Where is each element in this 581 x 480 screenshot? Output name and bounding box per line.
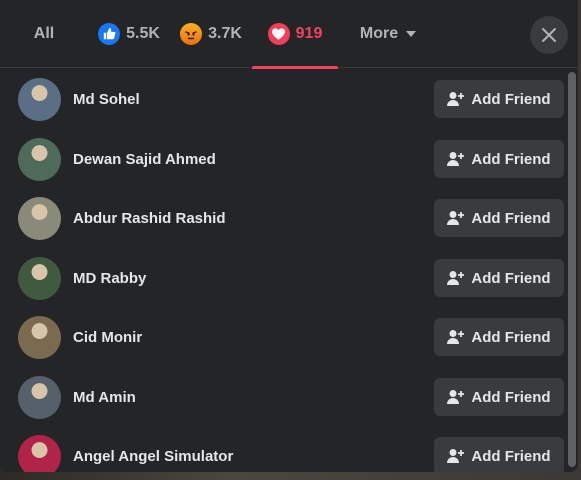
add-friend-icon xyxy=(447,211,465,225)
tab-all[interactable]: All xyxy=(0,0,88,68)
add-friend-icon xyxy=(447,330,465,344)
add-friend-label: Add Friend xyxy=(471,269,551,287)
tab-angry[interactable]: 3.7K xyxy=(170,0,252,68)
list-item: Abdur Rashid Rashid Add Friend xyxy=(0,188,566,248)
person-name[interactable]: Md Sohel xyxy=(73,91,140,108)
tab-love[interactable]: 919 xyxy=(252,0,338,69)
avatar[interactable] xyxy=(18,196,61,240)
list-item: Md Sohel Add Friend xyxy=(0,69,566,129)
add-friend-label: Add Friend xyxy=(471,328,551,346)
add-friend-icon xyxy=(447,390,465,404)
list-item: Angel Angel Simulator Add Friend xyxy=(0,426,566,472)
avatar[interactable] xyxy=(18,375,61,419)
add-friend-button[interactable]: Add Friend xyxy=(434,437,564,472)
reactions-dialog: All 5.5K 3.7K 919 More Md Sohel Add Frie… xyxy=(0,0,578,472)
scrollbar[interactable] xyxy=(568,72,576,467)
add-friend-icon xyxy=(447,449,465,463)
avatar[interactable] xyxy=(18,434,61,472)
close-button[interactable] xyxy=(530,16,568,54)
people-list: Md Sohel Add Friend Dewan Sajid Ahmed Ad… xyxy=(0,69,578,472)
add-friend-label: Add Friend xyxy=(471,388,551,406)
person-name[interactable]: Dewan Sajid Ahmed xyxy=(73,151,216,168)
person-name[interactable]: Md Amin xyxy=(73,389,136,406)
add-friend-label: Add Friend xyxy=(471,209,551,227)
person-name[interactable]: Cid Monir xyxy=(73,329,142,346)
tab-like-count: 5.5K xyxy=(126,24,160,42)
add-friend-button[interactable]: Add Friend xyxy=(434,199,564,237)
like-icon xyxy=(98,22,121,45)
tab-like[interactable]: 5.5K xyxy=(88,0,170,68)
reaction-tabs: All 5.5K 3.7K 919 More xyxy=(0,0,578,69)
tab-angry-count: 3.7K xyxy=(208,24,242,42)
add-friend-button[interactable]: Add Friend xyxy=(434,80,564,118)
person-name[interactable]: MD Rabby xyxy=(73,270,146,287)
add-friend-icon xyxy=(447,271,465,285)
add-friend-icon xyxy=(447,152,465,166)
avatar[interactable] xyxy=(18,77,61,121)
tab-more[interactable]: More xyxy=(338,0,438,68)
add-friend-label: Add Friend xyxy=(471,90,551,108)
add-friend-button[interactable]: Add Friend xyxy=(434,318,564,356)
tab-love-count: 919 xyxy=(295,24,323,42)
tab-all-label: All xyxy=(33,24,55,42)
avatar[interactable] xyxy=(18,137,61,181)
tab-more-label: More xyxy=(359,24,399,42)
angry-icon xyxy=(180,22,203,45)
person-name[interactable]: Angel Angel Simulator xyxy=(73,448,233,465)
avatar[interactable] xyxy=(18,315,61,359)
list-item: Md Amin Add Friend xyxy=(0,367,566,427)
list-item: Cid Monir Add Friend xyxy=(0,307,566,367)
heart-icon xyxy=(267,22,290,45)
list-item: Dewan Sajid Ahmed Add Friend xyxy=(0,129,566,189)
add-friend-button[interactable]: Add Friend xyxy=(434,378,564,416)
caret-down-icon xyxy=(406,30,417,37)
add-friend-label: Add Friend xyxy=(471,447,551,465)
add-friend-button[interactable]: Add Friend xyxy=(434,140,564,178)
person-name[interactable]: Abdur Rashid Rashid xyxy=(73,210,226,227)
close-icon xyxy=(542,28,556,42)
add-friend-button[interactable]: Add Friend xyxy=(434,259,564,297)
avatar[interactable] xyxy=(18,256,61,300)
add-friend-label: Add Friend xyxy=(471,150,551,168)
add-friend-icon xyxy=(447,92,465,106)
list-item: MD Rabby Add Friend xyxy=(0,248,566,308)
